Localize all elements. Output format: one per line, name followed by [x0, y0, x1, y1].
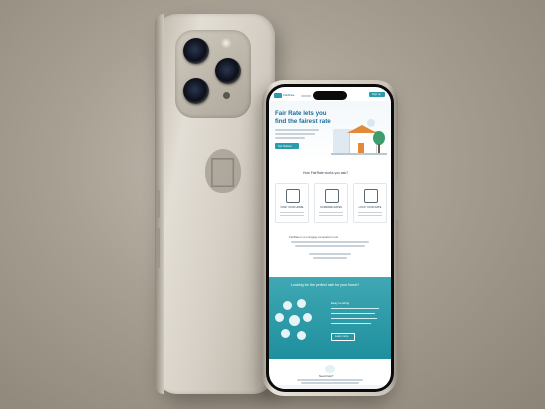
camera-lens-icon: [183, 38, 209, 64]
card-title: FIND YOUR HOME: [280, 206, 304, 209]
hero-text-line: [275, 129, 319, 131]
card-line: [358, 212, 382, 213]
learn-more-button[interactable]: Learn more: [331, 333, 355, 341]
tree-trunk: [378, 144, 380, 153]
home-icon: [286, 189, 300, 203]
signup-label: Sign up: [372, 93, 381, 96]
apple-logo-shape: [205, 149, 241, 193]
hero-text-line: [275, 137, 305, 139]
card-line: [358, 215, 382, 216]
blurb-line: [291, 241, 369, 243]
tree-shape: [373, 131, 385, 145]
teal-line: [331, 318, 377, 319]
hero-text-line: [275, 133, 315, 135]
person-icon: [283, 301, 292, 310]
brand-logo-icon[interactable]: [274, 93, 282, 98]
card-title: COMPARE RATES: [319, 206, 343, 209]
person-icon: [297, 299, 306, 308]
how-heading: How FairRate works you ask?: [303, 171, 349, 175]
camera-module: [175, 30, 251, 118]
hero-title-line2: find the fairest rate: [275, 118, 331, 125]
house-illustration: [331, 117, 387, 157]
card-line: [280, 212, 304, 213]
teal-sub: Easy Lending: [331, 301, 350, 305]
hero-title-line1: Fair Rate lets you: [275, 110, 327, 117]
person-icon: [275, 313, 284, 322]
chat-icon: [325, 365, 335, 373]
teal-heading: Looking for the perfect rate for your ho…: [291, 283, 360, 287]
teal-line: [331, 308, 379, 309]
map-pin-icon: [367, 119, 375, 127]
help-line: [297, 379, 363, 381]
lock-icon: [364, 189, 378, 203]
help-heading: Need help?: [319, 374, 334, 378]
card-line: [319, 215, 343, 216]
power-button: [396, 180, 399, 220]
teal-line: [331, 323, 371, 324]
person-icon: [303, 313, 312, 322]
blurb-text: FairRate is a mortgage comparison tool: [289, 235, 338, 239]
how-card[interactable]: COMPARE RATES: [314, 183, 348, 223]
person-icon: [297, 331, 306, 340]
card-line: [280, 215, 304, 216]
compare-icon: [325, 189, 339, 203]
help-line: [301, 382, 359, 384]
person-icon: [289, 315, 300, 326]
blurb-line: [295, 245, 365, 247]
sensor-icon: [223, 92, 230, 99]
get-started-button[interactable]: Get Started: [275, 143, 299, 149]
camera-lens-icon: [183, 78, 209, 104]
iphone-back: : [155, 14, 275, 394]
card-line: [319, 212, 343, 213]
phone-screen: FairRate Sign up Fair Rate lets you find…: [269, 87, 391, 389]
person-icon: [281, 329, 290, 338]
card-title: LOCK YOUR RATE: [358, 206, 382, 209]
blurb-line: [313, 257, 347, 259]
how-card[interactable]: FIND YOUR HOME: [275, 183, 309, 223]
footer-bar: [269, 385, 391, 389]
nav-link[interactable]: [301, 95, 311, 97]
signup-button[interactable]: Sign up: [369, 92, 385, 97]
flash-icon: [221, 38, 231, 48]
side-button: [157, 190, 160, 218]
get-started-label: Get Started: [278, 144, 292, 148]
how-card[interactable]: LOCK YOUR RATE: [353, 183, 387, 223]
rate-section: Looking for the perfect rate for your ho…: [269, 277, 391, 359]
blurb-line: [309, 253, 351, 255]
brand-name[interactable]: FairRate: [283, 93, 295, 97]
iphone-front: FairRate Sign up Fair Rate lets you find…: [262, 80, 399, 396]
camera-lens-icon: [215, 58, 241, 84]
dynamic-island: [313, 91, 347, 100]
side-button: [157, 228, 160, 268]
ground-line: [331, 153, 387, 155]
teal-line: [331, 313, 375, 314]
learn-more-label: Learn more: [335, 335, 349, 338]
house-door: [358, 143, 364, 153]
